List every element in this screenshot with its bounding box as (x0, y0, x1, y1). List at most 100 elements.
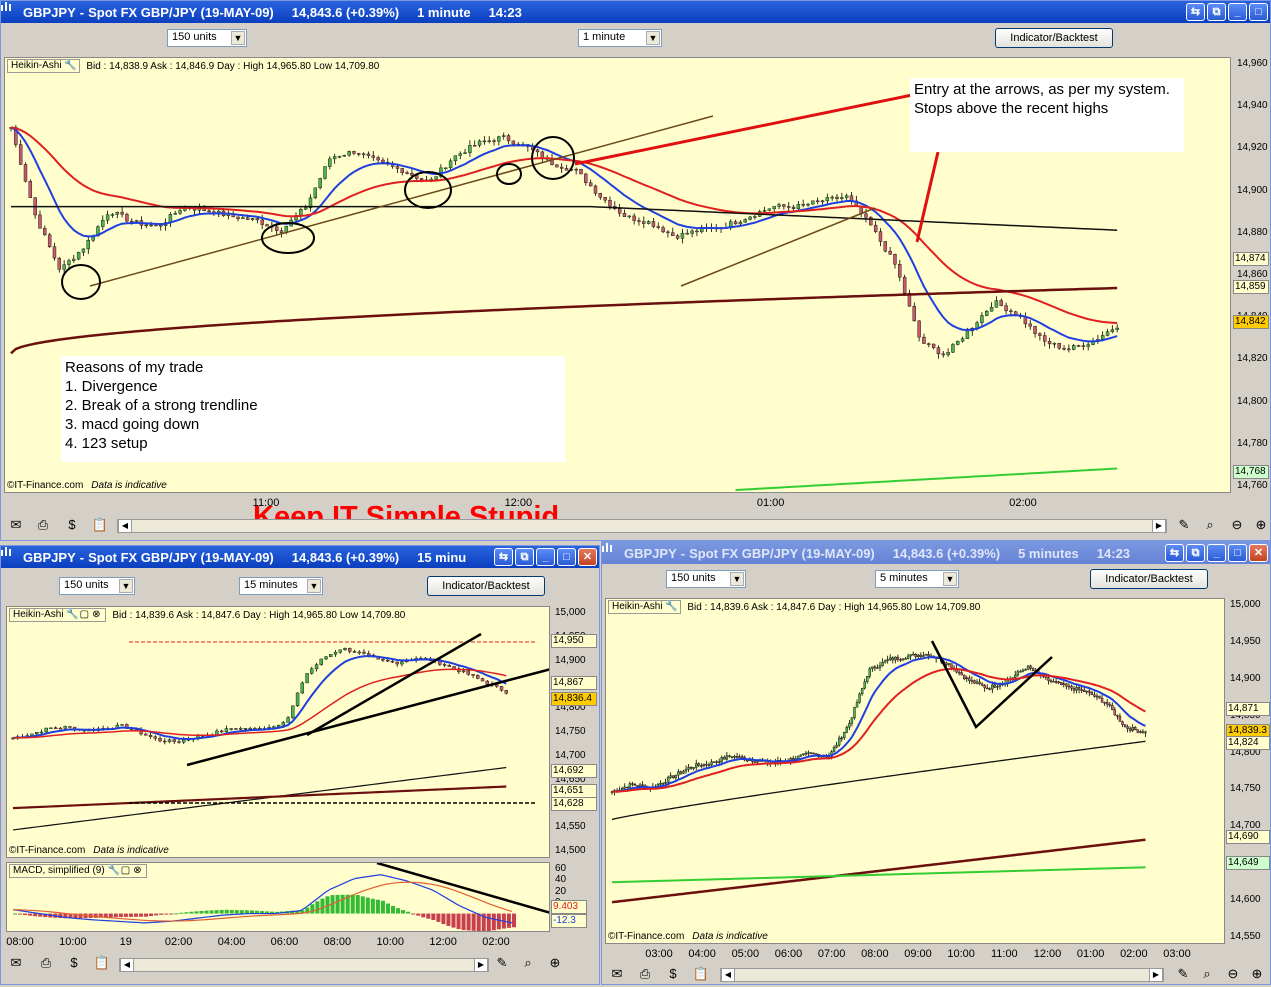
link-icon[interactable]: ⇆ (494, 548, 513, 566)
detach-icon[interactable]: ⧉ (515, 548, 534, 566)
scroll-right-icon[interactable]: ▶ (474, 958, 488, 972)
candle (927, 654, 930, 657)
detach-icon[interactable]: ⧉ (1207, 3, 1226, 21)
minimize-button[interactable]: _ (536, 548, 555, 566)
zoom-select-icon[interactable]: ⌕ (1198, 965, 1216, 983)
detach-icon[interactable]: ⧉ (1186, 544, 1205, 562)
zoom-in-icon[interactable]: ⊕ (1252, 516, 1270, 534)
link-icon[interactable]: ⇆ (1186, 3, 1205, 21)
zoom-in-icon[interactable]: ⊕ (546, 954, 564, 972)
macd-histogram-bar (451, 913, 456, 928)
left-plot-area[interactable]: Heikin-Ashi 🔧▢ ⊗ Bid : 14,839.6 Ask : 14,… (6, 606, 550, 858)
scroll-right-icon[interactable]: ▶ (1152, 519, 1166, 533)
scroll-left-icon[interactable]: ◀ (721, 968, 735, 982)
candle (574, 168, 578, 171)
scroll-left-icon[interactable]: ◀ (118, 519, 132, 533)
macd-histogram-bar (209, 910, 214, 914)
zoom-out-icon[interactable]: ⊖ (1228, 516, 1246, 534)
macd-histogram-bar (491, 913, 496, 931)
draw-tool-icon[interactable]: ✎ (493, 954, 511, 972)
macd-histogram-bar (406, 911, 411, 914)
candle (381, 658, 385, 661)
indicator-backtest-button[interactable]: Indicator/Backtest (427, 576, 545, 596)
minimize-button[interactable]: _ (1207, 544, 1226, 562)
candle (444, 167, 448, 169)
macd-histogram-bar (33, 913, 38, 917)
macd-histogram-bar (396, 908, 401, 914)
print-icon[interactable]: ⎙ (37, 954, 55, 972)
right-scrollbar[interactable]: ◀ ▶ (720, 968, 1164, 982)
units-select[interactable]: 150 units ▼ (666, 570, 746, 588)
candle (848, 723, 851, 728)
macd-histogram-bar (365, 897, 370, 914)
left-scrollbar[interactable]: ◀ ▶ (119, 958, 489, 972)
close-button[interactable]: ✕ (578, 548, 597, 566)
candle (110, 214, 115, 216)
right-plot-area[interactable]: Heikin-Ashi 🔧 Bid : 14,839.6 Ask : 14,84… (605, 598, 1225, 944)
candle (579, 168, 583, 175)
candle (305, 673, 309, 684)
dollar-icon[interactable]: $ (664, 965, 682, 983)
candle (888, 250, 892, 255)
left-titlebar[interactable]: GBPJPY - Spot FX GBP/JPY (19-MAY-09) 14,843… (1, 546, 599, 568)
dollar-icon[interactable]: $ (63, 516, 81, 534)
clipboard-icon[interactable]: 📋 (91, 516, 109, 534)
y-tick-label: 14,750 (555, 726, 586, 737)
candle (1024, 669, 1027, 671)
interval-select[interactable]: 1 minute ▼ (578, 29, 662, 47)
macd-histogram-bar (93, 913, 98, 918)
entry-note: Entry at the arrows, as per my system. S… (910, 78, 1184, 152)
zoom-in-icon[interactable]: ⊕ (1248, 965, 1266, 983)
macd-histogram-bar (320, 898, 325, 914)
main-scrollbar[interactable]: ◀ ▶ (117, 519, 1167, 533)
maximize-button[interactable]: □ (557, 548, 576, 566)
main-plot-area[interactable]: Heikin-Ashi 🔧 Bid : 14,838.9 Ask : 14,84… (4, 57, 1231, 493)
zoom-out-icon[interactable]: ⊖ (1224, 965, 1242, 983)
price-tag: 14,824 (1226, 736, 1270, 750)
units-select-value: 150 units (172, 31, 217, 43)
print-icon[interactable]: ⎙ (636, 965, 654, 983)
main-titlebar[interactable]: GBPJPY - Spot FX GBP/JPY (19-MAY-09) 14,843… (1, 1, 1270, 23)
zoom-select-icon[interactable]: ⌕ (1201, 516, 1219, 534)
candle (814, 753, 818, 755)
draw-tool-icon[interactable]: ✎ (1174, 965, 1192, 983)
left-x-axis: 08:00 10:00 19 02:00 04:00 06:00 08:00 10:00 12:… (6, 936, 550, 950)
scroll-right-icon[interactable]: ▶ (1149, 968, 1163, 982)
units-select[interactable]: 150 units ▼ (167, 29, 247, 47)
draw-tool-icon[interactable]: ✎ (1175, 516, 1193, 534)
dollar-icon[interactable]: $ (65, 954, 83, 972)
right-titlebar[interactable]: GBPJPY - Spot FX GBP/JPY (19-MAY-09) 14,843… (602, 542, 1270, 564)
maximize-button[interactable]: □ (1249, 3, 1268, 21)
close-button[interactable]: ✕ (1249, 544, 1268, 562)
print-icon[interactable]: ⎙ (34, 516, 52, 534)
title-interval: 5 minutes (1018, 545, 1079, 561)
candle (1118, 715, 1122, 722)
candle (1080, 689, 1083, 691)
candle (1134, 727, 1137, 730)
scroll-left-icon[interactable]: ◀ (120, 958, 134, 972)
mail-icon[interactable]: ✉ (7, 954, 25, 972)
candle (381, 159, 385, 163)
x-tick-label: 07:00 (817, 948, 846, 960)
clipboard-icon[interactable]: 📋 (93, 954, 111, 972)
candle (983, 685, 986, 689)
minimize-button[interactable]: _ (1228, 3, 1247, 21)
indicator-backtest-button[interactable]: Indicator/Backtest (1090, 569, 1208, 589)
candle (946, 352, 950, 356)
macd-histogram-bar (456, 913, 461, 930)
clipboard-icon[interactable]: 📋 (692, 965, 710, 983)
mail-icon[interactable]: ✉ (7, 516, 25, 534)
candle (661, 782, 665, 785)
reason-item: 2. Break of a strong trendline (65, 397, 258, 414)
interval-select[interactable]: 15 minutes ▼ (239, 577, 323, 595)
candle (347, 151, 351, 156)
zoom-select-icon[interactable]: ⌕ (519, 954, 537, 972)
maximize-button[interactable]: □ (1228, 544, 1247, 562)
link-icon[interactable]: ⇆ (1165, 544, 1184, 562)
interval-select[interactable]: 5 minutes ▼ (875, 570, 959, 588)
mail-icon[interactable]: ✉ (608, 965, 626, 983)
units-select[interactable]: 150 units ▼ (59, 577, 135, 595)
indicator-backtest-button[interactable]: Indicator/Backtest (995, 28, 1113, 48)
macd-plot-area[interactable]: MACD, simplified (9) 🔧▢ ⊗ (6, 862, 550, 932)
macd-histogram-bar (335, 894, 340, 914)
